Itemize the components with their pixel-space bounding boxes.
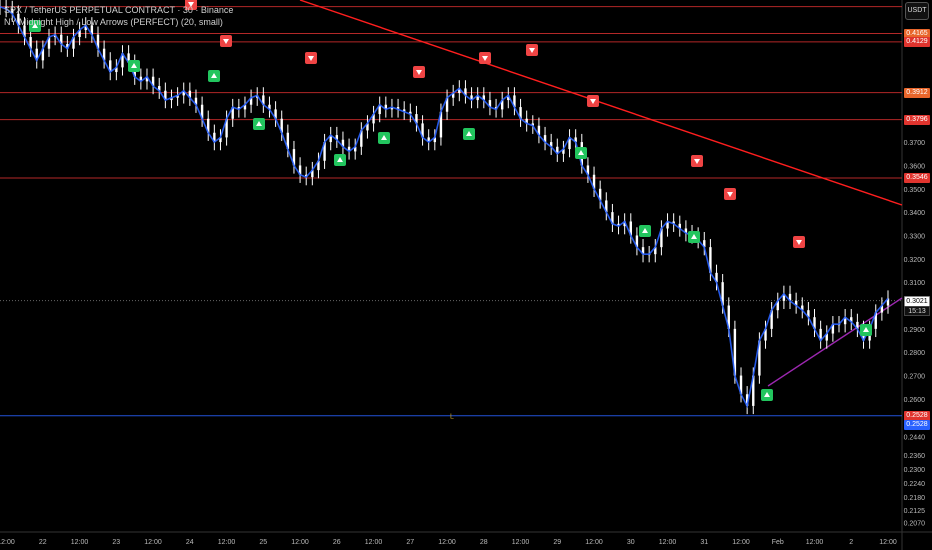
currency-button[interactable]: USDT <box>905 2 929 20</box>
chart-background <box>0 0 932 550</box>
time-axis-label: 28 <box>480 539 488 546</box>
price-axis-label: 0.2900 <box>904 327 926 334</box>
time-axis-label: 12:00 <box>806 539 824 546</box>
price-axis-label: 0.2125 <box>904 508 926 515</box>
time-axis-label: 26 <box>333 539 341 546</box>
price-axis-label: 0.2300 <box>904 467 926 474</box>
time-axis-label: 12:00 <box>732 539 750 546</box>
price-chart[interactable]: 0.3700 0.3600 0.3500 0.3400 0.3300 0.3200 0.31… <box>0 0 932 550</box>
price-level-tag: 0.3912 <box>904 87 930 98</box>
time-axis-label: 12:00 <box>659 539 677 546</box>
time-axis-label: 23 <box>112 539 120 546</box>
price-axis-label: 0.3100 <box>904 280 926 287</box>
price-axis-label: 0.2440 <box>904 434 926 441</box>
price-axis-label: 0.2070 <box>904 521 926 528</box>
time-axis-label: 12:00 <box>144 539 162 546</box>
price-level-tag: 0.3796 <box>904 114 930 125</box>
time-axis-label: 12:00 <box>365 539 383 546</box>
price-axis-label: 0.2600 <box>904 397 926 404</box>
price-axis-label: 0.2800 <box>904 350 926 357</box>
price-level-tag: 0.4129 <box>904 36 930 47</box>
time-axis-label: 12:00 <box>218 539 236 546</box>
symbol-title[interactable]: SPX / TetherUS PERPETUAL CONTRACT · 30 ·… <box>4 4 233 16</box>
price-axis-label: 0.2240 <box>904 481 926 488</box>
time-axis-label: 24 <box>186 539 194 546</box>
time-axis-label: 22 <box>39 539 47 546</box>
time-axis-label: 12:00 <box>512 539 530 546</box>
time-axis-label: 12:00 <box>585 539 603 546</box>
price-level-tag: 0.3546 <box>904 173 930 184</box>
price-axis-label: 0.3400 <box>904 210 926 217</box>
time-axis-label: 29 <box>553 539 561 546</box>
time-axis-label: 25 <box>259 539 267 546</box>
time-axis-label: 12:00 <box>438 539 456 546</box>
price-axis-label: 0.2180 <box>904 495 926 502</box>
bar-countdown: 15:13 <box>904 305 930 316</box>
time-axis-label: 27 <box>406 539 414 546</box>
time-axis-label: 30 <box>627 539 635 546</box>
time-axis-label: 12:00 <box>71 539 89 546</box>
price-axis-label: 0.3300 <box>904 233 926 240</box>
time-axis-label: 31 <box>700 539 708 546</box>
time-axis-label: 12:00 <box>0 539 15 546</box>
price-axis-label: 0.3200 <box>904 257 926 264</box>
price-axis-label: 0.2360 <box>904 453 926 460</box>
price-axis-label: 0.3600 <box>904 163 926 170</box>
price-axis-label: 0.3700 <box>904 140 926 147</box>
time-axis-label: 12:00 <box>291 539 309 546</box>
cursor-marker: L <box>450 414 454 421</box>
price-level-tag: 0.2528 <box>904 419 930 430</box>
price-axis-label: 0.3500 <box>904 187 926 194</box>
chart-legend: SPX / TetherUS PERPETUAL CONTRACT · 30 ·… <box>4 4 233 28</box>
time-axis-label: 12:00 <box>879 539 897 546</box>
time-axis-label: Feb <box>772 539 784 546</box>
price-axis-label: 0.2700 <box>904 374 926 381</box>
indicator-title[interactable]: NY Midnight High / Low Arrows (PERFECT) … <box>4 16 233 28</box>
time-axis-label: 2 <box>849 539 853 546</box>
